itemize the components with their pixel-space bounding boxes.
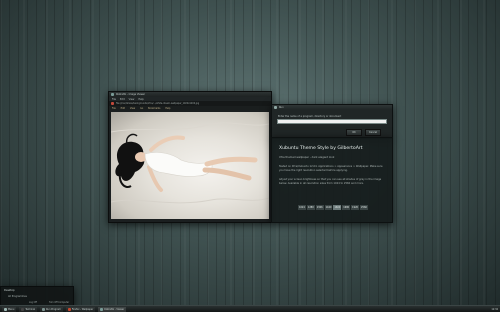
- info-paragraph-1: Tested on Xfce/Xubuntu 12.04. Applicatio…: [279, 165, 383, 172]
- path-field[interactable]: file:///usr/share/backgrounds/xfce/.../w…: [116, 102, 199, 105]
- resolution-option[interactable]: 1280: [306, 205, 315, 210]
- viewer-icon: [100, 307, 104, 311]
- image-viewer-window[interactable]: Ristretto - Image Viewer File Edit View …: [108, 91, 272, 223]
- toolbar-help[interactable]: Help: [165, 107, 170, 110]
- toolbar-go[interactable]: Go: [140, 107, 143, 110]
- run-icon: [42, 307, 46, 311]
- cancel-button[interactable]: Cancel: [365, 129, 381, 136]
- resolution-option[interactable]: 1024: [298, 205, 306, 210]
- task-label: Run Program: [46, 307, 61, 311]
- run-icon: [274, 106, 277, 109]
- menu-icon: [4, 307, 7, 311]
- log-off-button[interactable]: Log Off: [29, 301, 37, 304]
- terminal-icon: [21, 307, 25, 311]
- task-viewer[interactable]: Ristretto - Viewer: [98, 306, 127, 312]
- info-subheading: Xfce themed wallpaper - dark elegant loo…: [279, 156, 335, 159]
- menu-view[interactable]: View: [129, 98, 135, 101]
- menu-edit[interactable]: Edit: [120, 98, 125, 101]
- task-label: Firefox - Wallpaper: [71, 307, 94, 311]
- theme-info-panel: Xubuntu Theme Style by GilbertoArt Xfce …: [271, 137, 393, 223]
- menu-file[interactable]: File: [112, 98, 116, 101]
- resolution-option[interactable]: 1680: [342, 205, 351, 210]
- run-dialog[interactable]: Run Enter the name of a program, directo…: [271, 104, 393, 139]
- task-label: Terminal: [25, 307, 36, 311]
- resolution-option[interactable]: 1366: [315, 205, 324, 210]
- file-icon: [111, 102, 114, 105]
- resolution-option-selected[interactable]: 1600: [333, 205, 342, 210]
- wallpaper-photo: [111, 112, 269, 219]
- menu-help[interactable]: Help: [138, 98, 143, 101]
- info-paragraph-2: Adjust your screen brightness so that yo…: [279, 178, 382, 185]
- toolbar-bookmarks[interactable]: Bookmarks: [148, 107, 160, 110]
- task-label: Ristretto - Viewer: [104, 307, 125, 311]
- dialog-titlebar[interactable]: Run: [272, 105, 392, 110]
- viewer-toolbar: File Edit View Go Bookmarks Help: [109, 106, 271, 110]
- info-heading: Xubuntu Theme Style by GilbertoArt: [279, 146, 363, 151]
- start-menu[interactable]: Desktop All Programmes Log Off Turn Off …: [0, 286, 74, 307]
- start-menu-title: Desktop: [4, 289, 15, 292]
- resolution-selector: 1024 1280 1366 1440 1600 1680 1920 2560: [298, 205, 368, 210]
- command-input[interactable]: [277, 119, 387, 124]
- toolbar-file[interactable]: File: [112, 107, 116, 110]
- app-icon: [111, 93, 114, 96]
- toolbar-edit[interactable]: Edit: [121, 107, 125, 110]
- task-browser[interactable]: Firefox - Wallpaper: [65, 306, 96, 312]
- resolution-option[interactable]: 2560: [360, 205, 368, 210]
- browser-icon: [67, 307, 71, 311]
- all-programs-item[interactable]: All Programmes: [8, 295, 27, 298]
- resolution-option[interactable]: 1440: [324, 205, 333, 210]
- ok-button[interactable]: OK: [346, 129, 362, 136]
- task-terminal[interactable]: Terminal: [19, 306, 38, 312]
- turn-off-button[interactable]: Turn Off Computer: [49, 301, 69, 304]
- viewer-title: Ristretto - Image Viewer: [116, 93, 146, 96]
- dialog-label: Enter the name of a program, directory o…: [278, 115, 342, 118]
- dialog-title: Run: [279, 106, 284, 109]
- start-label: Menu: [8, 307, 15, 311]
- start-button[interactable]: Menu: [2, 306, 17, 312]
- resolution-option[interactable]: 1920: [351, 205, 360, 210]
- woman-in-white-illustration: [111, 122, 269, 204]
- clock[interactable]: 12:34: [491, 308, 498, 311]
- toolbar-view[interactable]: View: [130, 107, 135, 110]
- taskbar: Menu Terminal Run Program Firefox - Wall…: [0, 305, 500, 312]
- task-run[interactable]: Run Program: [40, 306, 63, 312]
